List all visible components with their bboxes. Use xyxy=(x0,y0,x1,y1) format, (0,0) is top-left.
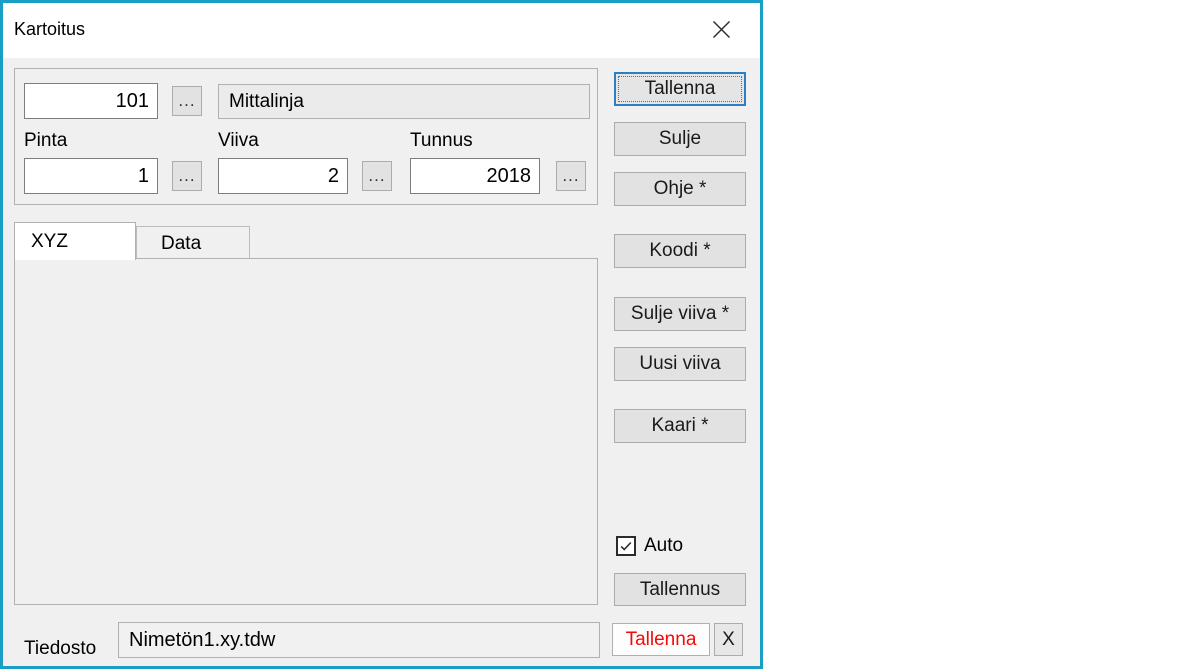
tab-panel xyxy=(14,258,598,605)
sulje-button[interactable]: Sulje xyxy=(614,122,746,156)
pinta-input[interactable] xyxy=(24,158,158,194)
code-browse-button[interactable]: ... xyxy=(172,86,202,116)
viiva-input[interactable] xyxy=(218,158,348,194)
screen: Kartoitus ... Mittalinja Pinta Viiva Tun… xyxy=(0,0,1200,669)
sulje-viiva-button[interactable]: Sulje viiva * xyxy=(614,297,746,331)
close-icon xyxy=(712,20,731,42)
uusi-viiva-button[interactable]: Uusi viiva xyxy=(614,347,746,381)
file-name-field: Nimetön1.xy.tdw xyxy=(118,622,600,658)
koodi-button[interactable]: Koodi * xyxy=(614,234,746,268)
kaari-button[interactable]: Kaari * xyxy=(614,409,746,443)
auto-label: Auto xyxy=(644,535,683,557)
auto-checkbox[interactable] xyxy=(616,536,636,556)
code-name-field: Mittalinja xyxy=(218,84,590,119)
title-bar: Kartoitus xyxy=(3,3,760,58)
pinta-label: Pinta xyxy=(24,130,67,152)
save-file-button[interactable]: Tallenna xyxy=(612,623,710,656)
ohje-button[interactable]: Ohje * xyxy=(614,172,746,206)
tunnus-label: Tunnus xyxy=(410,130,473,152)
tunnus-browse-button[interactable]: ... xyxy=(556,161,586,191)
tallenna-button[interactable]: Tallenna xyxy=(614,72,746,106)
pinta-browse-button[interactable]: ... xyxy=(172,161,202,191)
tiedosto-label: Tiedosto xyxy=(24,638,96,660)
tab-data[interactable]: Data xyxy=(136,226,250,258)
close-file-button[interactable]: X xyxy=(714,623,743,656)
tab-xyz[interactable]: XYZ xyxy=(14,222,136,260)
viiva-browse-button[interactable]: ... xyxy=(362,161,392,191)
tunnus-input[interactable] xyxy=(410,158,540,194)
window-close-button[interactable] xyxy=(705,16,737,46)
tallennus-button[interactable]: Tallennus xyxy=(614,573,746,606)
window-title: Kartoitus xyxy=(14,19,85,40)
kartoitus-dialog: Kartoitus ... Mittalinja Pinta Viiva Tun… xyxy=(0,0,763,669)
viiva-label: Viiva xyxy=(218,130,259,152)
code-input[interactable] xyxy=(24,83,158,119)
